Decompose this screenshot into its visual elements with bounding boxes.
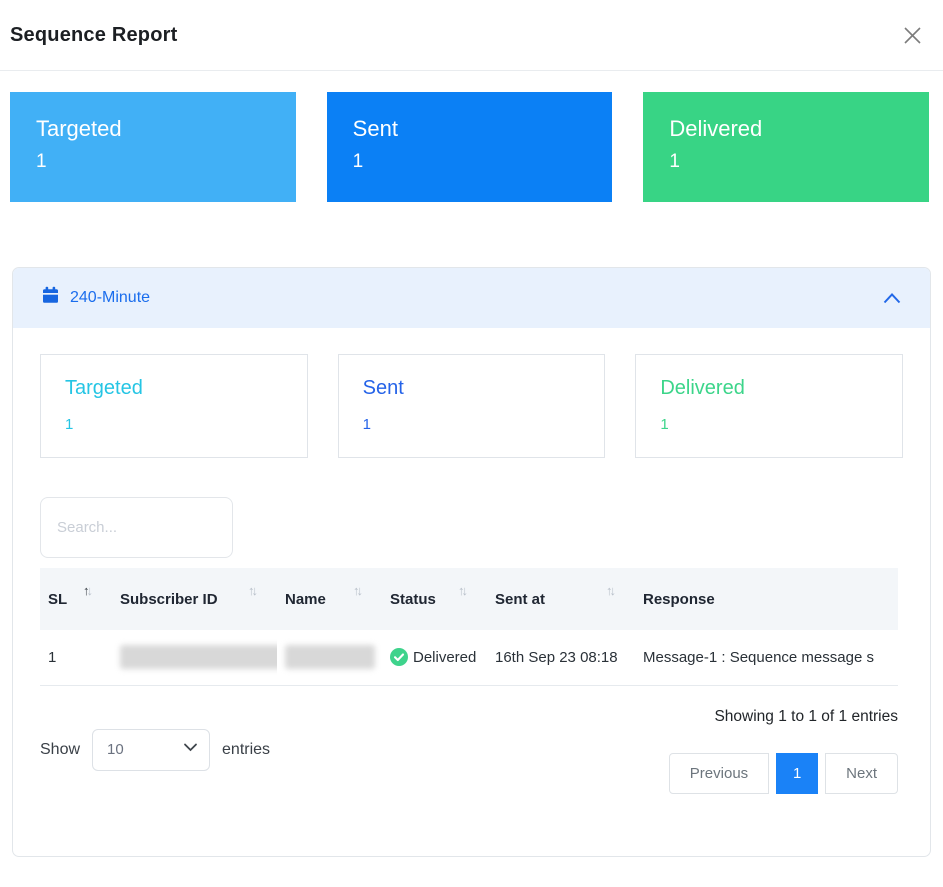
column-label: Response bbox=[643, 591, 715, 608]
page-size-select[interactable]: 10 bbox=[92, 729, 210, 771]
show-label: Show bbox=[40, 741, 80, 759]
summary-card-targeted: Targeted 1 bbox=[10, 92, 296, 202]
stat-card-value: 1 bbox=[65, 416, 307, 433]
page-title: Sequence Report bbox=[10, 24, 177, 47]
summary-card-sent: Sent 1 bbox=[327, 92, 613, 202]
search-input[interactable] bbox=[40, 497, 233, 558]
accordion-title: 240-Minute bbox=[70, 289, 150, 307]
entries-summary: Showing 1 to 1 of 1 entries bbox=[714, 708, 898, 726]
calendar-icon bbox=[41, 286, 60, 310]
column-label: SL bbox=[48, 591, 67, 608]
column-label: Status bbox=[390, 591, 436, 608]
column-label: Sent at bbox=[495, 591, 545, 608]
modal-header: Sequence Report bbox=[0, 0, 943, 71]
stat-card-label: Sent bbox=[363, 377, 605, 400]
report-table: SL ↑↓ Subscriber ID ↑↓ bbox=[40, 568, 898, 686]
cell-sl: 1 bbox=[40, 630, 112, 685]
page-size-control: Show 10 entries bbox=[40, 706, 270, 794]
redacted-subscriber-id bbox=[120, 645, 277, 669]
stat-card-targeted: Targeted 1 bbox=[40, 354, 308, 458]
table-header-row: SL ↑↓ Subscriber ID ↑↓ bbox=[40, 568, 898, 630]
cell-subscriber-id bbox=[112, 630, 277, 685]
summary-card-label: Delivered bbox=[669, 116, 929, 142]
stat-card-label: Targeted bbox=[65, 377, 307, 400]
summary-card-value: 1 bbox=[353, 151, 613, 173]
sequence-step-accordion: 240-Minute Targeted 1 Sent 1 Delivered 1 bbox=[12, 267, 931, 857]
stat-card-delivered: Delivered 1 bbox=[635, 354, 903, 458]
stat-card-value: 1 bbox=[660, 416, 902, 433]
cell-name bbox=[277, 630, 382, 685]
check-circle-icon bbox=[390, 648, 408, 666]
summary-card-value: 1 bbox=[36, 151, 296, 173]
step-stat-cards-row: Targeted 1 Sent 1 Delivered 1 bbox=[40, 354, 903, 458]
chevron-up-icon bbox=[882, 291, 902, 305]
column-header-sl[interactable]: SL ↑↓ bbox=[40, 568, 112, 630]
table-footer: Show 10 entries Showing 1 to 1 of 1 entr… bbox=[40, 706, 898, 794]
summary-card-label: Sent bbox=[353, 116, 613, 142]
sequence-report-modal: Sequence Report Targeted 1 Sent 1 Delive… bbox=[0, 0, 943, 857]
sort-icon: ↑↓ bbox=[248, 583, 269, 598]
stat-card-value: 1 bbox=[363, 416, 605, 433]
table-row: 1 bbox=[40, 630, 898, 685]
column-header-sent-at[interactable]: Sent at ↑↓ bbox=[487, 568, 635, 630]
status-badge: Delivered bbox=[413, 649, 476, 666]
cell-response: Message-1 : Sequence message s bbox=[635, 630, 898, 685]
redacted-name bbox=[285, 645, 375, 669]
column-header-subscriber-id[interactable]: Subscriber ID ↑↓ bbox=[112, 568, 277, 630]
stat-card-sent: Sent 1 bbox=[338, 354, 606, 458]
page-1-button[interactable]: 1 bbox=[776, 753, 818, 794]
pagination: Previous 1 Next bbox=[669, 753, 898, 794]
next-page-button[interactable]: Next bbox=[825, 753, 898, 794]
sort-icon: ↑↓ bbox=[606, 583, 627, 598]
close-button[interactable] bbox=[898, 21, 927, 50]
cell-sent-at: 16th Sep 23 08:18 bbox=[487, 630, 635, 685]
column-header-status[interactable]: Status ↑↓ bbox=[382, 568, 487, 630]
entries-label: entries bbox=[222, 741, 270, 759]
column-label: Name bbox=[285, 591, 326, 608]
summary-cards-row: Targeted 1 Sent 1 Delivered 1 bbox=[10, 92, 929, 202]
summary-card-label: Targeted bbox=[36, 116, 296, 142]
sort-icon: ↑↓ bbox=[83, 583, 104, 598]
previous-page-button[interactable]: Previous bbox=[669, 753, 769, 794]
summary-card-value: 1 bbox=[669, 151, 929, 173]
close-icon bbox=[902, 34, 923, 49]
summary-card-delivered: Delivered 1 bbox=[643, 92, 929, 202]
sort-icon: ↑↓ bbox=[458, 583, 479, 598]
cell-status: Delivered bbox=[382, 630, 487, 685]
accordion-header[interactable]: 240-Minute bbox=[13, 268, 930, 328]
column-header-response: Response bbox=[635, 568, 898, 630]
sort-icon: ↑↓ bbox=[353, 583, 374, 598]
column-label: Subscriber ID bbox=[120, 591, 218, 608]
accordion-body: Targeted 1 Sent 1 Delivered 1 bbox=[13, 328, 930, 794]
column-header-name[interactable]: Name ↑↓ bbox=[277, 568, 382, 630]
stat-card-label: Delivered bbox=[660, 377, 902, 400]
